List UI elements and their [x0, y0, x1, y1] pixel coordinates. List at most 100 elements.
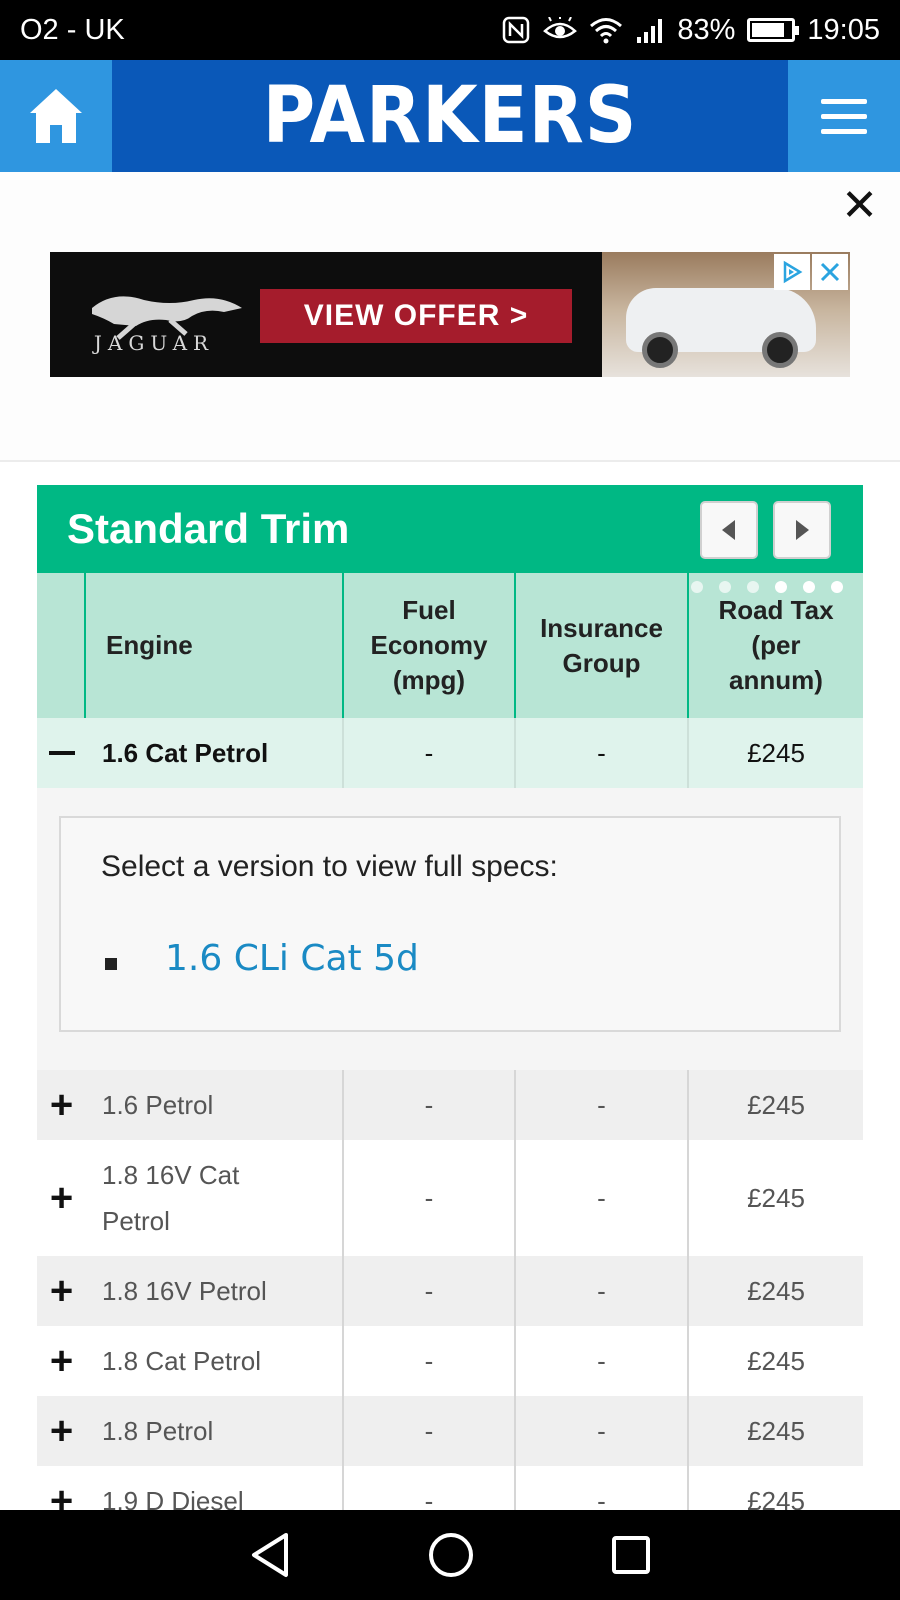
- ad-close-icon[interactable]: [812, 254, 848, 290]
- menu-button[interactable]: [788, 60, 900, 172]
- trim-title: Standard Trim: [67, 505, 350, 552]
- column-header-line: Fuel: [402, 595, 456, 625]
- minus-icon: [48, 751, 75, 755]
- fuel-cell: -: [344, 1256, 516, 1326]
- fuel-cell: -: [344, 718, 516, 788]
- insurance-cell: -: [516, 718, 689, 788]
- plus-icon: +: [49, 1269, 74, 1313]
- jaguar-ad-banner[interactable]: JAGUAR VIEW OFFER >: [50, 252, 850, 377]
- engine-cell: 1.6 Petrol: [86, 1070, 344, 1140]
- site-header: PARKERS: [0, 60, 900, 172]
- column-header-engine-label: Engine: [106, 630, 193, 660]
- insurance-cell: -: [516, 1140, 689, 1256]
- column-header-engine: Engine: [86, 573, 344, 718]
- trim-header: Standard Trim: [37, 485, 863, 573]
- clock: 19:05: [807, 13, 880, 46]
- plus-icon: +: [49, 1083, 74, 1127]
- versions-panel: Select a version to view full specs: 1.6…: [37, 788, 863, 1070]
- plus-icon: +: [49, 1409, 74, 1453]
- car-wheel: [762, 332, 798, 368]
- expand-toggle[interactable]: +: [37, 1396, 86, 1466]
- road-tax-cell: £245: [747, 1415, 805, 1446]
- parkers-logo[interactable]: PARKERS: [139, 60, 761, 172]
- road-tax-cell: £245: [747, 1275, 805, 1306]
- arrow-right-icon: [796, 520, 809, 540]
- ad-brand: JAGUAR: [93, 331, 215, 355]
- list-bullet: [105, 958, 117, 970]
- plus-icon: +: [49, 1176, 74, 1220]
- column-header-road-tax: Road Tax (per annum): [689, 573, 863, 718]
- hamburger-line: [821, 113, 867, 119]
- trim-table: Standard Trim Engine Fuel Economy (mpg) …: [37, 485, 863, 1536]
- column-header-line: Insurance: [540, 612, 663, 643]
- road-tax-cell: £245: [747, 1345, 805, 1376]
- column-header-fuel-text: Fuel Economy (mpg): [370, 593, 487, 698]
- header-toggle-col: [37, 573, 86, 718]
- column-header-insurance: Insurance Group: [516, 573, 689, 718]
- table-row[interactable]: + 1.8 16V Petrol - - £245: [37, 1256, 863, 1326]
- table-header-row: Engine Fuel Economy (mpg) Insurance Grou…: [37, 573, 863, 718]
- expand-toggle[interactable]: +: [37, 1140, 86, 1256]
- expand-toggle[interactable]: +: [37, 1256, 86, 1326]
- engine-cell: 1.8 Cat Petrol: [86, 1326, 344, 1396]
- home-icon: [30, 89, 82, 143]
- prev-column-button[interactable]: [700, 501, 758, 559]
- ad-container: ✕ JAGUAR VIEW OFFER >: [0, 172, 900, 462]
- engine-cell-text: 1.8 16V Cat Petrol: [102, 1152, 239, 1244]
- column-header-line: annum): [729, 665, 823, 695]
- recents-icon[interactable]: [610, 1534, 652, 1576]
- carrier-label: O2 - UK: [20, 13, 125, 46]
- wifi-icon: [589, 16, 623, 44]
- battery-level: [752, 23, 785, 37]
- expand-toggle[interactable]: +: [37, 1070, 86, 1140]
- column-header-line: Road Tax: [718, 595, 834, 625]
- view-offer-button[interactable]: VIEW OFFER >: [260, 289, 572, 343]
- hamburger-line: [821, 128, 867, 134]
- fuel-cell: -: [344, 1396, 516, 1466]
- versions-box: Select a version to view full specs: 1.6…: [59, 816, 841, 1032]
- android-nav-bar: [0, 1510, 900, 1600]
- home-button[interactable]: [0, 60, 112, 172]
- status-bar: O2 - UK 83% 19:05: [0, 0, 900, 60]
- plus-icon: +: [49, 1339, 74, 1383]
- status-icons: 83% 19:05: [501, 14, 880, 47]
- eye-comfort-icon: [543, 17, 578, 43]
- column-header-line: (per: [751, 630, 801, 660]
- insurance-cell: -: [516, 1256, 689, 1326]
- version-link[interactable]: 1.6 CLi Cat 5d: [165, 938, 419, 979]
- back-icon[interactable]: [248, 1531, 292, 1579]
- hamburger-menu-icon: [821, 98, 867, 104]
- next-column-button[interactable]: [773, 501, 831, 559]
- fuel-cell: -: [344, 1070, 516, 1140]
- adchoices-icon[interactable]: [774, 254, 810, 290]
- table-row[interactable]: + 1.8 Petrol - - £245: [37, 1396, 863, 1466]
- home-circle-icon[interactable]: [427, 1531, 475, 1579]
- table-row[interactable]: + 1.6 Petrol - - £245: [37, 1070, 863, 1140]
- close-ad-button[interactable]: ✕: [841, 184, 878, 228]
- battery-percent: 83%: [677, 13, 736, 46]
- table-row[interactable]: + 1.8 Cat Petrol - - £245: [37, 1326, 863, 1396]
- column-header-insurance-text: Insurance Group: [540, 611, 663, 681]
- collapse-toggle[interactable]: [37, 718, 86, 788]
- column-header-road-tax-text: Road Tax (per annum): [718, 593, 833, 698]
- battery-icon: [747, 18, 800, 42]
- road-tax-cell: £245: [747, 737, 805, 768]
- engine-cell: 1.8 16V Petrol: [86, 1256, 344, 1326]
- expand-toggle[interactable]: +: [37, 1326, 86, 1396]
- versions-prompt: Select a version to view full specs:: [101, 850, 558, 883]
- insurance-cell: -: [516, 1396, 689, 1466]
- column-header-line: (mpg): [392, 665, 466, 695]
- engine-line: Petrol: [102, 1206, 170, 1236]
- fuel-cell: -: [344, 1140, 516, 1256]
- column-header-line: Economy: [370, 630, 488, 660]
- road-tax-cell: £245: [747, 1089, 805, 1120]
- engine-line: 1.8 16V Cat: [102, 1160, 240, 1190]
- column-header-line: Group: [562, 647, 641, 678]
- nfc-icon: [501, 15, 531, 45]
- car-wheel: [642, 332, 678, 368]
- engine-cell: 1.8 Petrol: [86, 1396, 344, 1466]
- table-row-expanded[interactable]: 1.6 Cat Petrol - - £245: [37, 718, 863, 788]
- insurance-cell: -: [516, 1326, 689, 1396]
- engine-cell: 1.6 Cat Petrol: [86, 718, 344, 788]
- table-row[interactable]: + 1.8 16V Cat Petrol - - £245: [37, 1140, 863, 1256]
